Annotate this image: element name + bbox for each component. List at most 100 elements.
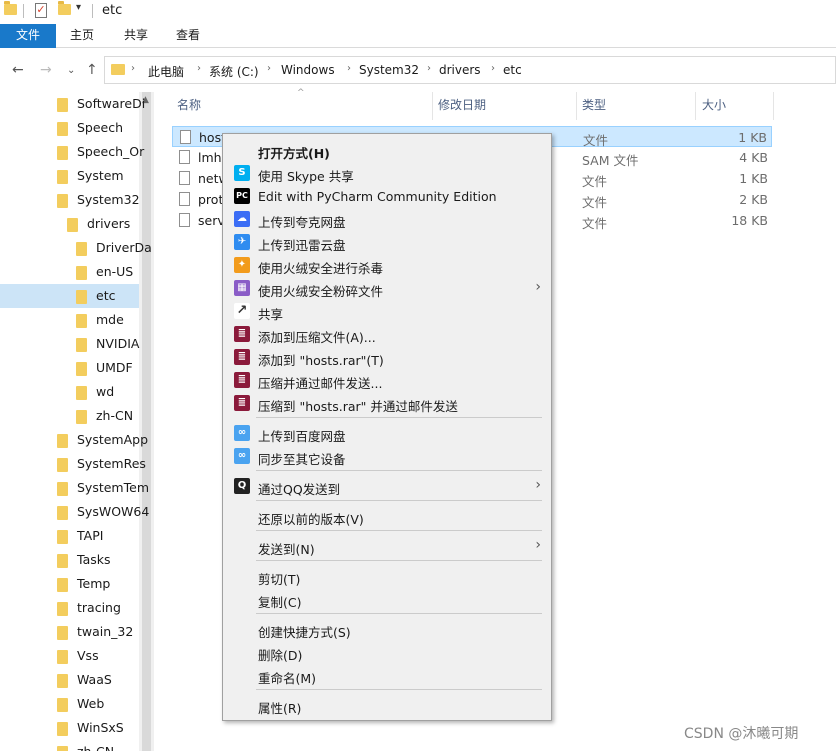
menu-item[interactable]: ≣ 压缩到 "hosts.rar" 并通过邮件发送 xyxy=(225,392,549,415)
nav-item-syswow64[interactable]: SysWOW64 xyxy=(0,500,149,524)
nav-item-systemapp[interactable]: SystemApp xyxy=(0,428,148,452)
nav-item-system32[interactable]: System32 xyxy=(0,188,140,212)
chevron-right-icon[interactable]: › xyxy=(427,63,431,74)
navigation-pane[interactable]: ▲ SoftwareDi Speech Speech_Or System System3… xyxy=(0,92,154,751)
breadcrumb-system-c[interactable]: 系统 (C:) xyxy=(209,63,259,80)
menu-item[interactable]: ✈ 上传到迅雷云盘 xyxy=(225,231,549,254)
chevron-right-icon[interactable]: › xyxy=(491,63,495,74)
column-divider[interactable] xyxy=(773,92,774,120)
menu-item[interactable]: 属性(R) xyxy=(225,694,549,717)
folder-icon xyxy=(57,578,68,592)
menu-item[interactable]: S 使用 Skype 共享 xyxy=(225,162,549,185)
recent-locations-chevron-icon[interactable]: ⌄ xyxy=(67,65,75,76)
menu-item[interactable]: ≣ 添加到压缩文件(A)... xyxy=(225,323,549,346)
tab-view[interactable]: 查看 xyxy=(168,24,208,48)
menu-item-label: 上传到迅雷云盘 xyxy=(258,238,346,253)
menu-item-label: 添加到 "hosts.rar"(T) xyxy=(258,353,384,368)
nav-item-etc[interactable]: etc xyxy=(0,284,139,308)
column-header-date[interactable]: 修改日期 xyxy=(438,96,486,118)
menu-item[interactable]: 打开方式(H) xyxy=(225,139,549,162)
nav-scrollbar[interactable]: ▲ xyxy=(139,92,154,751)
nav-item-tracing[interactable]: tracing xyxy=(0,596,139,620)
nav-item-waas[interactable]: WaaS xyxy=(0,668,139,692)
nav-item-driverda[interactable]: DriverDa xyxy=(0,236,152,260)
menu-item-label: 还原以前的版本(V) xyxy=(258,512,364,527)
nav-item-systemres[interactable]: SystemRes xyxy=(0,452,146,476)
nav-item-speech-or[interactable]: Speech_Or xyxy=(0,140,144,164)
column-header-size[interactable]: 大小 xyxy=(702,96,726,118)
folder-icon xyxy=(57,554,68,568)
menu-item[interactable]: ☁ 上传到夸克网盘 xyxy=(225,208,549,231)
submenu-chevron-icon: › xyxy=(535,477,541,493)
column-header-type[interactable]: 类型 xyxy=(582,96,606,118)
nav-item-label: UMDF xyxy=(96,360,133,375)
tab-share[interactable]: 共享 xyxy=(116,24,156,48)
column-divider[interactable] xyxy=(432,92,433,120)
tab-file[interactable]: 文件 xyxy=(0,24,56,48)
folder-icon xyxy=(67,218,78,232)
nav-item-tasks[interactable]: Tasks xyxy=(0,548,139,572)
menu-item[interactable]: 创建快捷方式(S) xyxy=(225,618,549,641)
nav-item-softwaredi[interactable]: SoftwareDi xyxy=(0,92,145,116)
menu-item[interactable]: ≣ 压缩并通过邮件发送... xyxy=(225,369,549,392)
nav-item-umdf[interactable]: UMDF xyxy=(0,356,139,380)
nav-item-web[interactable]: Web xyxy=(0,692,139,716)
nav-item-system[interactable]: System xyxy=(0,164,139,188)
skype-icon: S xyxy=(234,165,250,181)
breadcrumb-system32[interactable]: System32 xyxy=(359,63,419,77)
column-header-name[interactable]: 名称 xyxy=(177,96,201,118)
nav-item-twain-32[interactable]: twain_32 xyxy=(0,620,139,644)
column-divider[interactable] xyxy=(576,92,577,120)
nav-item-wd[interactable]: wd xyxy=(0,380,139,404)
chevron-right-icon[interactable]: › xyxy=(131,63,135,74)
menu-item[interactable]: ↗ 共享 xyxy=(225,300,549,323)
menu-item[interactable]: 重命名(M) xyxy=(225,664,549,687)
menu-item[interactable]: ∞ 同步至其它设备 xyxy=(225,445,549,468)
breadcrumb-etc[interactable]: etc xyxy=(503,63,522,77)
menu-item[interactable]: ▦ 使用火绒安全粉碎文件 › xyxy=(225,277,549,300)
menu-item[interactable]: 发送到(N) › xyxy=(225,535,549,558)
folder-icon xyxy=(76,362,87,376)
folder-icon xyxy=(57,530,68,544)
nav-item-zh-cn[interactable]: zh-CN xyxy=(0,740,139,751)
column-divider[interactable] xyxy=(695,92,696,120)
scrollbar-thumb[interactable] xyxy=(142,92,151,751)
menu-item[interactable]: PC Edit with PyCharm Community Edition xyxy=(225,185,549,208)
address-bar[interactable]: › 此电脑 › 系统 (C:) › Windows › System32 › d… xyxy=(104,56,836,84)
menu-item[interactable]: 还原以前的版本(V) xyxy=(225,505,549,528)
menu-item[interactable]: 删除(D) xyxy=(225,641,549,664)
forward-arrow-icon[interactable]: → xyxy=(40,62,52,78)
chevron-right-icon[interactable]: › xyxy=(347,63,351,74)
nav-item-tapi[interactable]: TAPI xyxy=(0,524,139,548)
customize-toolbar-dropdown-icon[interactable]: ▾ xyxy=(76,2,81,13)
chevron-right-icon[interactable]: › xyxy=(197,63,201,74)
folder-icon xyxy=(76,314,87,328)
up-arrow-icon[interactable]: ↑ xyxy=(86,62,98,78)
nav-item-winsxs[interactable]: WinSxS xyxy=(0,716,139,740)
nav-item-en-us[interactable]: en-US xyxy=(0,260,139,284)
nav-item-systemtem[interactable]: SystemTem xyxy=(0,476,149,500)
nav-item-vss[interactable]: Vss xyxy=(0,644,139,668)
menu-item[interactable]: ≣ 添加到 "hosts.rar"(T) xyxy=(225,346,549,369)
chevron-right-icon[interactable]: › xyxy=(267,63,271,74)
nav-item-nvidia[interactable]: NVIDIA xyxy=(0,332,139,356)
menu-item[interactable]: 复制(C) xyxy=(225,588,549,611)
nav-item-speech[interactable]: Speech xyxy=(0,116,139,140)
menu-item[interactable]: ∞ 上传到百度网盘 xyxy=(225,422,549,445)
nav-item-label: Web xyxy=(77,696,105,711)
nav-item-mde[interactable]: mde xyxy=(0,308,139,332)
menu-item[interactable]: Q 通过QQ发送到 › xyxy=(225,475,549,498)
properties-icon[interactable]: ✓ xyxy=(35,3,47,18)
breadcrumb-windows[interactable]: Windows xyxy=(281,63,335,77)
menu-item[interactable]: 剪切(T) xyxy=(225,565,549,588)
breadcrumb-drivers[interactable]: drivers xyxy=(439,63,481,77)
tab-home[interactable]: 主页 xyxy=(62,24,102,48)
nav-item-zh-cn[interactable]: zh-CN xyxy=(0,404,139,428)
new-folder-icon[interactable] xyxy=(58,1,71,15)
folder-icon xyxy=(4,1,17,15)
breadcrumb-this-pc[interactable]: 此电脑 xyxy=(148,63,184,80)
nav-item-drivers[interactable]: drivers xyxy=(0,212,139,236)
nav-item-temp[interactable]: Temp xyxy=(0,572,139,596)
back-arrow-icon[interactable]: ← xyxy=(12,62,24,78)
menu-item[interactable]: ✦ 使用火绒安全进行杀毒 xyxy=(225,254,549,277)
